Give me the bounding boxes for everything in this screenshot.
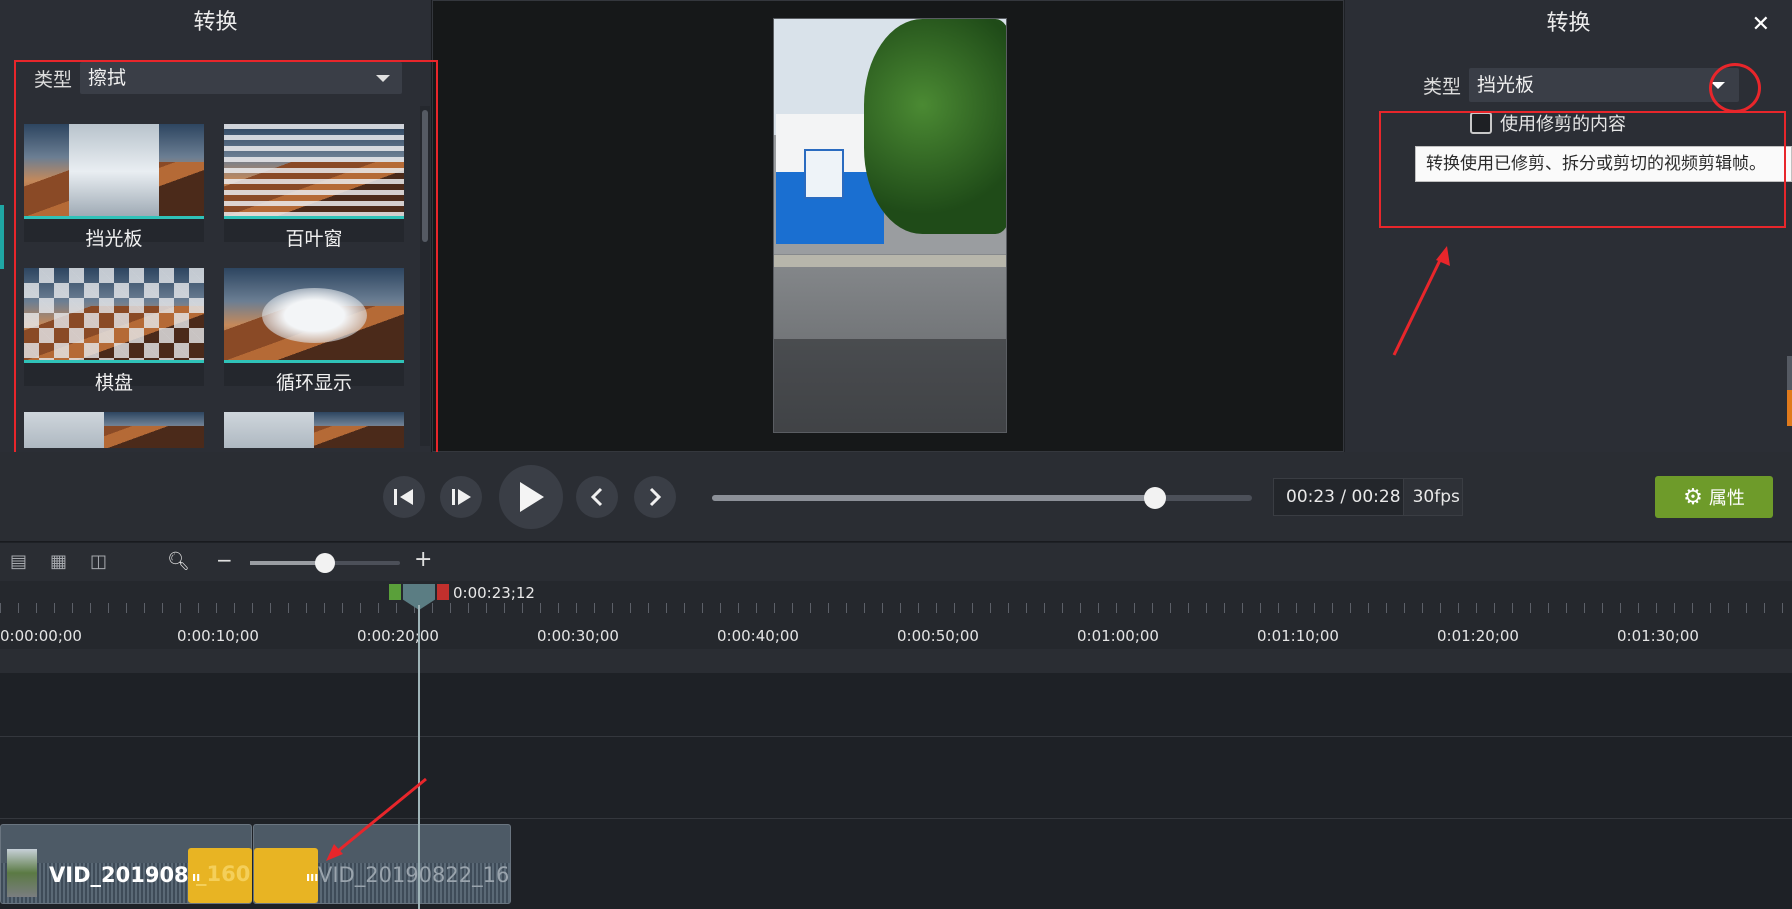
use-trimmed-label: 使用修剪的内容 bbox=[1500, 114, 1626, 135]
ruler-label: 0:00:00;00 bbox=[0, 627, 82, 645]
ruler-label: 0:01:30;00 bbox=[1617, 627, 1699, 645]
paste-icon[interactable]: ▦ bbox=[50, 551, 67, 572]
split-icon[interactable]: ◫ bbox=[90, 551, 107, 572]
clip-thumbnail bbox=[7, 849, 37, 897]
properties-button[interactable]: ⚙ 属性 bbox=[1655, 476, 1773, 518]
ruler-label: 0:00:10;00 bbox=[177, 627, 259, 645]
transition-type-row: 类型 擦拭 bbox=[34, 62, 403, 94]
transition-handle[interactable]: ııı bbox=[306, 870, 318, 884]
ruler-label: 0:01:00;00 bbox=[1077, 627, 1159, 645]
transition-thumbnail[interactable] bbox=[224, 268, 404, 363]
transition-thumbnail[interactable] bbox=[24, 412, 204, 448]
use-trimmed-content-option[interactable]: 使用修剪的内容 bbox=[1470, 110, 1626, 136]
step-back-icon bbox=[394, 489, 413, 505]
transition-label: 挡光板 bbox=[85, 228, 143, 250]
chevron-down-icon[interactable] bbox=[376, 75, 391, 82]
transition-properties-panel: 转换 ✕ 类型 挡光板 使用修剪的内容 转换使用已修剪、拆分或剪切的视频剪辑帧。 bbox=[1345, 0, 1792, 452]
ruler-label: 0:01:10;00 bbox=[1257, 627, 1339, 645]
ruler-ticks bbox=[0, 603, 1792, 613]
play-icon bbox=[520, 482, 544, 512]
chevron-left-icon bbox=[590, 487, 603, 507]
transition-label: 百叶窗 bbox=[285, 228, 343, 250]
transition-block-in[interactable]: ııı bbox=[254, 848, 318, 903]
playhead-time: 0:00:23;12 bbox=[453, 584, 535, 602]
playback-scrubber[interactable] bbox=[712, 495, 1252, 501]
transition-block-out[interactable]: _160 ıı bbox=[188, 848, 252, 903]
track-divider bbox=[0, 818, 1792, 819]
video-preview-frame[interactable] bbox=[773, 18, 1007, 433]
tooltip: 转换使用已修剪、拆分或剪切的视频剪辑帧。 bbox=[1415, 146, 1792, 182]
playback-controls: 00:23 / 00:28 30fps ⚙ 属性 bbox=[0, 452, 1792, 542]
previous-marker-button[interactable] bbox=[576, 476, 618, 518]
transition-tile-checkerboard[interactable]: 棋盘 bbox=[24, 268, 204, 394]
ruler-label: 0:00:30;00 bbox=[537, 627, 619, 645]
transition-type-value: 擦拭 bbox=[88, 67, 127, 89]
zoom-slider-handle[interactable] bbox=[315, 553, 335, 573]
transition-tile-partial[interactable] bbox=[224, 412, 404, 448]
use-trimmed-checkbox[interactable] bbox=[1470, 112, 1492, 134]
transition-handle[interactable]: ıı bbox=[192, 870, 200, 884]
zoom-in-icon[interactable]: + bbox=[414, 547, 432, 572]
transition-thumbnail[interactable] bbox=[24, 268, 204, 363]
transitions-panel-title: 转换 bbox=[193, 10, 238, 35]
properties-type-row: 类型 挡光板 bbox=[1423, 68, 1740, 102]
panel-edge-indicator bbox=[1787, 390, 1792, 426]
properties-button-label: 属性 bbox=[1708, 488, 1745, 509]
ruler-label: 0:00:40;00 bbox=[717, 627, 799, 645]
scrollbar-thumb[interactable] bbox=[422, 110, 428, 242]
transition-thumbnail[interactable] bbox=[224, 412, 404, 448]
clip-name-overlap: _160 bbox=[196, 862, 251, 886]
transitions-panel: 转换 类型 擦拭 挡光板 百叶窗 棋盘 循环显示 bbox=[0, 0, 432, 452]
scrubber-progress bbox=[712, 495, 1155, 501]
transition-label: 循环显示 bbox=[275, 372, 352, 394]
close-icon[interactable]: ✕ bbox=[1752, 12, 1770, 37]
ruler-label: 0:00:20;00 bbox=[357, 627, 439, 645]
properties-type-value: 挡光板 bbox=[1477, 74, 1535, 96]
fps-indicator[interactable]: 30fps bbox=[1402, 479, 1462, 515]
timeline-ruler[interactable]: 0:00:00;00 0:00:10;00 0:00:20;00 0:00:30… bbox=[0, 581, 1792, 649]
step-back-button[interactable] bbox=[383, 476, 425, 518]
type-label: 类型 bbox=[34, 68, 73, 91]
current-duration-time: 00:23 / 00:28 bbox=[1286, 487, 1401, 507]
transition-tile-blinds[interactable]: 百叶窗 bbox=[224, 124, 404, 250]
ruler-marker-strip[interactable] bbox=[0, 649, 1792, 673]
zoom-out-icon[interactable]: − bbox=[216, 548, 233, 572]
chevron-down-icon[interactable] bbox=[1711, 82, 1726, 89]
chevron-right-icon bbox=[649, 487, 662, 507]
next-marker-button[interactable] bbox=[634, 476, 676, 518]
clip-name: VID_20190822_160 bbox=[318, 863, 511, 887]
transition-thumbnail[interactable] bbox=[24, 124, 204, 219]
panel-edge-accent bbox=[0, 205, 4, 269]
transition-tile-cycle-reveal[interactable]: 循环显示 bbox=[224, 268, 404, 394]
playhead-out-marker[interactable] bbox=[437, 584, 449, 600]
playhead-in-marker[interactable] bbox=[389, 584, 401, 600]
properties-type-dropdown[interactable]: 挡光板 bbox=[1469, 68, 1740, 102]
ruler-label: 0:00:50;00 bbox=[897, 627, 979, 645]
step-forward-icon bbox=[452, 489, 471, 505]
track-divider bbox=[0, 736, 1792, 737]
properties-panel-title: 转换 bbox=[1546, 11, 1591, 36]
copy-icon[interactable]: ▤ bbox=[10, 551, 27, 572]
scrubber-handle[interactable] bbox=[1143, 487, 1166, 509]
timeline-toolbar: ▤ ▦ ◫ 🔍︎ − + bbox=[0, 543, 1792, 581]
ruler-label: 0:01:20;00 bbox=[1437, 627, 1519, 645]
transition-label: 棋盘 bbox=[94, 372, 133, 394]
search-icon[interactable]: 🔍︎ bbox=[167, 551, 190, 572]
transition-type-dropdown[interactable]: 擦拭 bbox=[80, 62, 403, 94]
transition-thumbnail[interactable] bbox=[224, 124, 404, 219]
camtasia-editor: 转换 类型 擦拭 挡光板 百叶窗 棋盘 循环显示 转换 ✕ 类型 挡光板 使用修… bbox=[0, 0, 1792, 909]
step-forward-button[interactable] bbox=[440, 476, 482, 518]
time-display: 00:23 / 00:28 30fps bbox=[1273, 478, 1463, 516]
zoom-slider-fill bbox=[250, 561, 325, 565]
play-button[interactable] bbox=[499, 465, 563, 529]
gear-icon: ⚙ bbox=[1683, 484, 1703, 510]
type-label: 类型 bbox=[1423, 75, 1462, 98]
transition-tile-flashlight[interactable]: 挡光板 bbox=[24, 124, 204, 250]
playhead-line bbox=[418, 605, 420, 909]
transition-tile-partial[interactable] bbox=[24, 412, 204, 448]
